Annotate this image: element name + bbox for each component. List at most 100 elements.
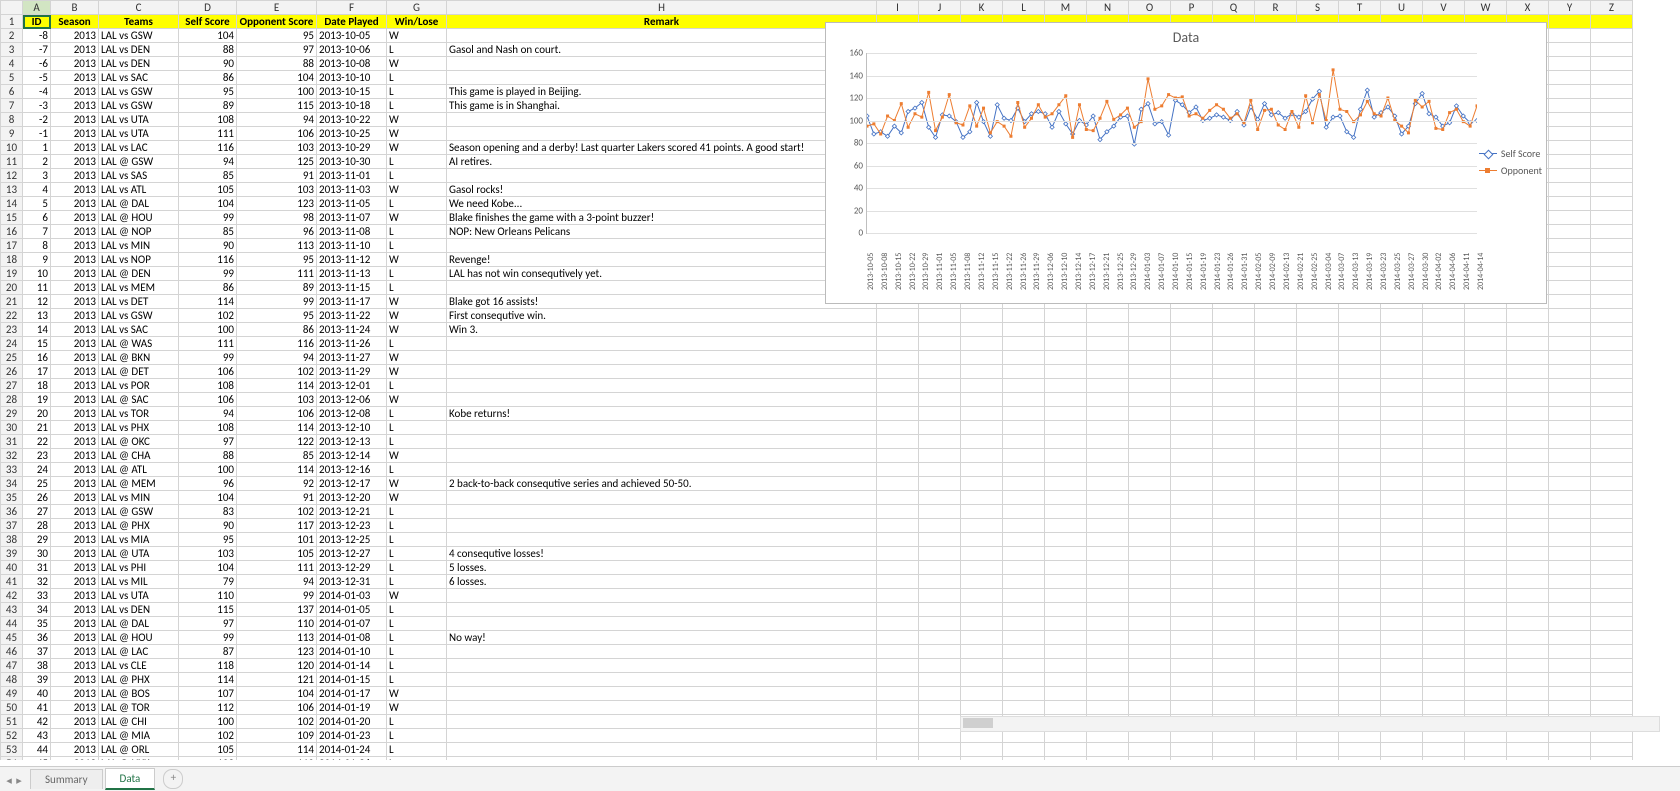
worksheet-area[interactable]: ABCDEFGHIJKLMNOPQRSTUVWXYZ1IDSeasonTeams… [0,0,1680,760]
cell[interactable] [1171,519,1213,533]
cell[interactable] [1591,477,1633,491]
cell[interactable]: 94 [179,155,237,169]
cell[interactable]: 18 [23,379,51,393]
cell[interactable] [1339,379,1381,393]
cell[interactable] [1129,645,1171,659]
cell[interactable]: 2013-11-03 [317,183,387,197]
cell[interactable]: 2013 [51,463,99,477]
cell[interactable]: This game is in Shanghai. [447,99,877,113]
col-header-R[interactable]: R [1255,1,1297,15]
cell[interactable]: 2013-12-29 [317,561,387,575]
row-header-45[interactable]: 45 [1,631,23,645]
cell[interactable] [1255,617,1297,631]
row-header-26[interactable]: 26 [1,365,23,379]
cell[interactable]: 2013 [51,267,99,281]
cell[interactable] [447,589,877,603]
cell[interactable] [1423,561,1465,575]
cell[interactable] [877,589,919,603]
cell[interactable]: LAL @ UTA [99,547,179,561]
cell[interactable] [1549,267,1591,281]
cell[interactable] [1381,407,1423,421]
cell[interactable] [1087,407,1129,421]
cell[interactable] [1591,449,1633,463]
cell[interactable]: 2013-10-06 [317,43,387,57]
cell[interactable] [1339,575,1381,589]
cell[interactable] [1339,421,1381,435]
row-header-25[interactable]: 25 [1,351,23,365]
cell[interactable] [877,421,919,435]
cell[interactable]: W [387,57,447,71]
cell[interactable]: 2013 [51,365,99,379]
col-header-I[interactable]: I [877,1,919,15]
cell[interactable] [1507,561,1549,575]
cell[interactable] [1549,533,1591,547]
cell[interactable]: L [387,715,447,729]
cell[interactable] [1087,309,1129,323]
cell[interactable] [919,743,961,757]
cell[interactable]: 85 [179,169,237,183]
cell[interactable] [1591,211,1633,225]
cell[interactable] [1591,435,1633,449]
cell[interactable] [1297,589,1339,603]
cell[interactable] [1297,743,1339,757]
cell[interactable] [1465,673,1507,687]
cell[interactable]: 95 [237,253,317,267]
cell[interactable] [1423,393,1465,407]
cell[interactable] [919,757,961,761]
cell[interactable]: 95 [179,85,237,99]
cell[interactable]: LAL @ CHI [99,715,179,729]
cell[interactable]: 114 [179,673,237,687]
cell[interactable] [1045,757,1087,761]
cell[interactable] [1255,323,1297,337]
cell[interactable] [1381,323,1423,337]
cell[interactable] [1087,631,1129,645]
cell[interactable] [1423,379,1465,393]
cell[interactable] [1213,337,1255,351]
cell[interactable] [1423,547,1465,561]
select-all-cell[interactable] [1,1,23,15]
cell[interactable] [447,729,877,743]
cell[interactable]: 94 [237,113,317,127]
tab-data[interactable]: Data [105,768,156,790]
cell[interactable] [1549,421,1591,435]
cell[interactable] [1339,561,1381,575]
cell[interactable] [1591,505,1633,519]
cell[interactable] [1255,673,1297,687]
cell[interactable]: 2013-10-22 [317,113,387,127]
cell[interactable] [447,71,877,85]
cell[interactable] [1465,351,1507,365]
cell[interactable] [1381,449,1423,463]
row-header-33[interactable]: 33 [1,463,23,477]
cell[interactable]: LAL vs DET [99,295,179,309]
cell[interactable] [447,29,877,43]
cell[interactable] [961,533,1003,547]
cell[interactable] [1549,85,1591,99]
cell[interactable] [1549,113,1591,127]
cell[interactable] [1171,659,1213,673]
cell[interactable] [1255,463,1297,477]
cell[interactable] [1129,365,1171,379]
cell[interactable] [1381,757,1423,761]
cell[interactable]: 2013-11-07 [317,211,387,225]
cell[interactable] [1297,617,1339,631]
cell[interactable]: 2013 [51,645,99,659]
cell[interactable] [919,589,961,603]
cell[interactable] [1423,477,1465,491]
cell[interactable] [1339,309,1381,323]
cell[interactable]: 113 [237,239,317,253]
cell[interactable]: 2013 [51,393,99,407]
header-cell[interactable]: Teams [99,15,179,29]
cell[interactable]: 2013 [51,687,99,701]
cell[interactable]: L [387,729,447,743]
cell[interactable] [1423,603,1465,617]
cell[interactable] [1465,659,1507,673]
cell[interactable] [1339,757,1381,761]
cell[interactable] [1129,617,1171,631]
cell[interactable] [1591,631,1633,645]
cell[interactable] [877,645,919,659]
cell[interactable]: LAL @ HOU [99,631,179,645]
cell[interactable] [1171,421,1213,435]
horizontal-scrollbar[interactable] [960,716,1660,732]
cell[interactable]: 2013 [51,71,99,85]
cell[interactable] [1213,323,1255,337]
